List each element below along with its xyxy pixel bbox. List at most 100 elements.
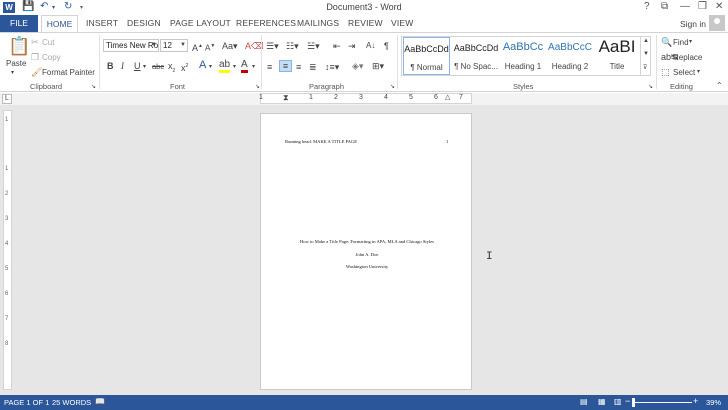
minimize-button[interactable]: — (680, 1, 690, 12)
shading-icon[interactable]: ◈▾ (352, 61, 363, 71)
style-normal[interactable]: AaBbCcDd ¶ Normal (403, 37, 450, 75)
proofing-icon[interactable]: 📖 (95, 397, 105, 406)
style-no-spacing[interactable]: AaBbCcDd ¶ No Spac... (452, 37, 500, 75)
paragraph-launcher-icon[interactable]: ↘ (390, 82, 395, 92)
zoom-out-button[interactable]: − (625, 396, 630, 406)
text-effects-icon[interactable]: A (199, 60, 206, 71)
zoom-in-button[interactable]: + (693, 396, 698, 406)
find-dropdown-icon[interactable]: ▾ (689, 38, 692, 45)
page-number[interactable]: 1 (446, 139, 448, 144)
document-page[interactable]: Running head: MAKE A TITLE PAGE 1 How to… (260, 113, 472, 390)
sign-in-link[interactable]: Sign in (680, 19, 706, 29)
tab-mailings[interactable]: MAILINGS (297, 18, 339, 28)
sort-icon[interactable]: A↓ (366, 41, 375, 51)
format-painter-icon[interactable]: 🖌 (31, 67, 42, 77)
highlight-dropdown-icon[interactable]: ▾ (233, 62, 236, 72)
underline-button[interactable]: U (134, 61, 141, 71)
copy-icon[interactable]: ❐ (31, 52, 39, 62)
close-button[interactable]: ✕ (715, 1, 723, 12)
superscript-button[interactable]: x2 (181, 61, 188, 73)
line-spacing-icon[interactable]: ↕≡▾ (325, 62, 339, 72)
web-layout-icon[interactable]: ▥ (614, 397, 622, 406)
highlight-icon[interactable]: ab (219, 60, 231, 73)
tab-design[interactable]: DESIGN (127, 18, 161, 28)
scroll-up-icon[interactable]: ▲ (643, 38, 649, 44)
increase-indent-icon[interactable]: ⇥ (348, 41, 356, 51)
running-head[interactable]: Running head: MAKE A TITLE PAGE (285, 139, 357, 144)
show-formatting-icon[interactable]: ¶ (384, 41, 389, 51)
multilevel-list-icon[interactable]: ☱▾ (307, 41, 320, 51)
tab-insert[interactable]: INSERT (86, 18, 118, 28)
decrease-indent-icon[interactable]: ⇤ (333, 41, 341, 51)
print-layout-icon[interactable]: ▦ (598, 397, 606, 406)
style-heading-1[interactable]: AaBbCc Heading 1 (501, 37, 545, 75)
tab-selector[interactable]: L (2, 94, 12, 104)
indent-marker-icon[interactable]: ⧗ (283, 93, 289, 103)
italic-button[interactable]: I (121, 61, 124, 71)
style-heading-2[interactable]: AaBbCcC Heading 2 (547, 37, 593, 75)
paste-icon[interactable]: 📋 (8, 37, 30, 55)
tab-references[interactable]: REFERENCES (236, 18, 296, 28)
tab-page-layout[interactable]: PAGE LAYOUT (170, 18, 231, 28)
paste-dropdown-icon[interactable]: ▾ (11, 69, 14, 76)
collapse-ribbon-icon[interactable]: ⌃ (716, 81, 723, 91)
font-launcher-icon[interactable]: ↘ (255, 82, 260, 92)
align-right-icon[interactable]: ≡ (296, 62, 301, 72)
tab-file[interactable]: FILE (0, 15, 38, 32)
zoom-slider[interactable] (634, 402, 692, 403)
find-button[interactable]: Find (673, 38, 689, 47)
tab-view[interactable]: VIEW (391, 18, 414, 28)
shrink-font-icon[interactable]: A▼ (205, 41, 215, 54)
horizontal-ruler[interactable]: 1 ⧗ 1 2 3 4 5 6 △ 7 (259, 93, 472, 104)
page-count[interactable]: PAGE 1 OF 1 (4, 398, 49, 407)
cut-icon[interactable]: ✂ (31, 37, 39, 47)
text-effects-dropdown-icon[interactable]: ▾ (209, 62, 212, 72)
font-size-select[interactable]: 12 ▼ (160, 39, 188, 52)
paste-button[interactable]: Paste (6, 59, 26, 68)
justify-icon[interactable]: ≣ (309, 62, 317, 72)
scroll-down-icon[interactable]: ▼ (643, 51, 649, 57)
copy-button[interactable]: Copy (42, 53, 61, 62)
styles-launcher-icon[interactable]: ↘ (648, 82, 653, 92)
clipboard-launcher-icon[interactable]: ↘ (91, 82, 96, 92)
align-left-icon[interactable]: ≡ (267, 62, 272, 72)
help-button[interactable]: ? (644, 1, 650, 12)
right-indent-marker-icon[interactable]: △ (445, 93, 450, 101)
replace-button[interactable]: Replace (673, 53, 702, 62)
paper-title[interactable]: How to Make a Title Page: Formatting in … (261, 239, 473, 244)
strikethrough-button[interactable]: abc (152, 62, 164, 72)
zoom-slider-thumb[interactable] (632, 398, 635, 407)
font-color-dropdown-icon[interactable]: ▾ (252, 62, 255, 72)
read-mode-icon[interactable]: ▤ (580, 397, 588, 406)
numbering-icon[interactable]: ☷▾ (286, 41, 299, 51)
tab-review[interactable]: REVIEW (348, 18, 383, 28)
font-color-icon[interactable]: A (241, 60, 248, 73)
vertical-ruler[interactable]: 1 1 2 3 4 5 6 7 8 (3, 110, 12, 390)
select-button[interactable]: Select (673, 68, 695, 77)
subscript-button[interactable]: x2 (168, 61, 175, 76)
grow-font-icon[interactable]: A▲ (192, 41, 203, 53)
select-icon[interactable]: ⬚ (661, 67, 670, 77)
style-title[interactable]: AaBI Title (595, 37, 639, 75)
change-case-icon[interactable]: Aa▾ (222, 41, 238, 51)
word-count[interactable]: 25 WORDS (52, 398, 91, 407)
underline-dropdown-icon[interactable]: ▾ (143, 62, 146, 72)
more-styles-icon[interactable]: ⊽ (643, 64, 647, 71)
borders-icon[interactable]: ⊞▾ (372, 61, 384, 71)
select-dropdown-icon[interactable]: ▾ (697, 68, 700, 75)
bullets-icon[interactable]: ☰▾ (266, 41, 279, 51)
institution-name[interactable]: Washington University (261, 264, 473, 269)
bold-button[interactable]: B (107, 61, 114, 71)
maximize-button[interactable]: ❐ (698, 1, 707, 12)
align-center-icon[interactable]: ≡ (279, 60, 292, 72)
font-family-select[interactable]: Times New Ro ▼ (103, 39, 159, 52)
tab-home[interactable]: HOME (41, 15, 78, 32)
format-painter-button[interactable]: Format Painter (42, 68, 95, 77)
author-name[interactable]: John A. Doe (261, 252, 473, 257)
document-workspace[interactable]: 1 1 2 3 4 5 6 7 8 Running head: MAKE A T… (0, 105, 728, 395)
find-icon[interactable]: 🔍 (661, 37, 672, 47)
avatar[interactable] (709, 15, 725, 31)
cut-button[interactable]: Cut (42, 38, 54, 47)
zoom-level[interactable]: 39% (706, 398, 721, 407)
ribbon-display-options-icon[interactable]: ⧉ (661, 1, 668, 12)
